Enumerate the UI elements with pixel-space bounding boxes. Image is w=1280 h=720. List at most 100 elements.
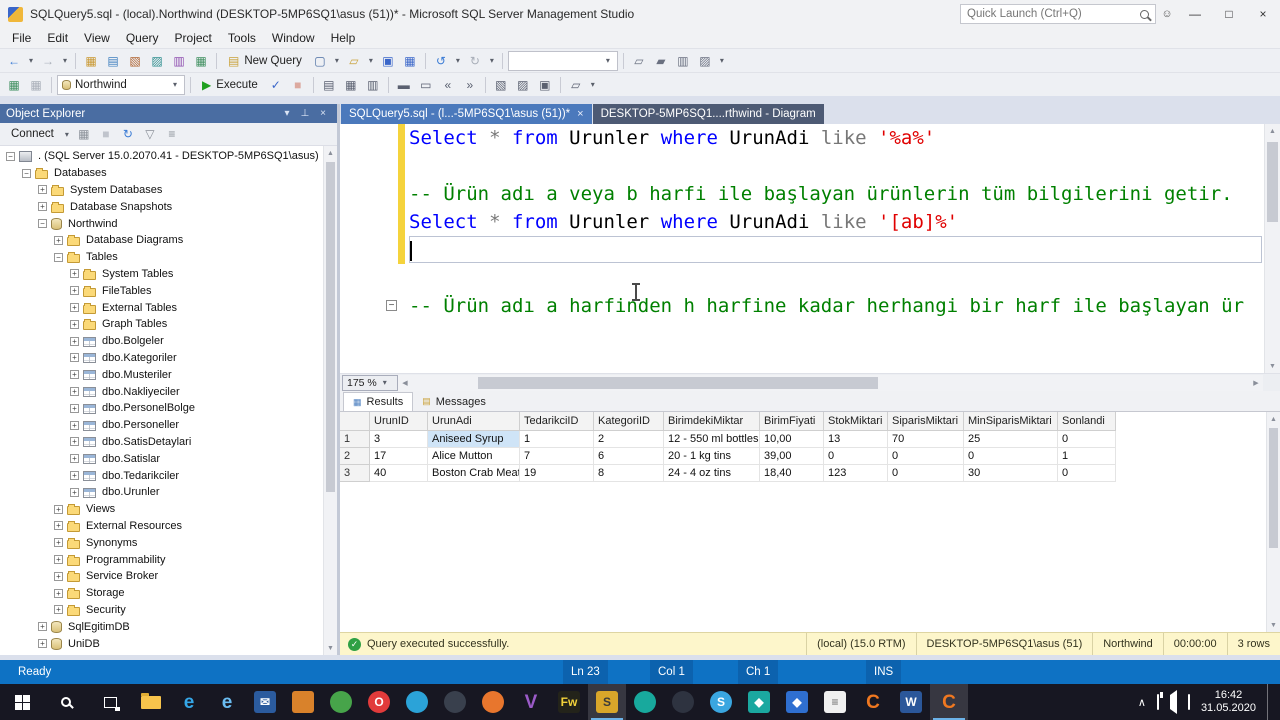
expand-icon[interactable]: + <box>70 437 79 447</box>
expand-icon[interactable]: + <box>70 286 79 296</box>
toolbox-icon[interactable]: ▨ <box>695 51 715 71</box>
expand-icon[interactable]: + <box>38 202 47 212</box>
tree-item[interactable]: + dbo.Nakliyeciler <box>0 383 323 400</box>
column-header[interactable]: MinSiparisMiktari <box>964 412 1058 431</box>
zoom-combo[interactable]: 175 % ▾ <box>342 374 398 391</box>
cell[interactable]: 0 <box>1058 431 1116 448</box>
connect-dropdown[interactable]: Connect <box>5 124 60 144</box>
file-explorer-icon[interactable] <box>132 684 170 720</box>
editor-line[interactable]: Select * from Urunler where UrunAdi like… <box>409 208 1262 236</box>
feedback-icon[interactable]: ☺ <box>1156 8 1178 20</box>
cell[interactable]: 10,00 <box>760 431 824 448</box>
comment-selection-icon[interactable]: ▬ <box>394 75 414 95</box>
photos-app-icon[interactable] <box>284 684 322 720</box>
scrollbar-thumb[interactable] <box>1267 142 1278 222</box>
blender-app-icon[interactable]: ◆ <box>778 684 816 720</box>
open-file-icon[interactable]: ▱ <box>344 51 364 71</box>
tree-item[interactable]: + SqlEgitimDB <box>0 618 323 635</box>
expand-icon[interactable]: + <box>54 538 63 548</box>
row-number-cell[interactable]: 1 <box>340 431 370 448</box>
back-button[interactable]: ← <box>4 51 24 71</box>
scroll-right-icon[interactable]: ▶ <box>1249 375 1263 391</box>
undo-icon[interactable]: ↺ <box>431 51 451 71</box>
expand-icon[interactable]: + <box>70 387 79 397</box>
menu-query[interactable]: Query <box>118 29 167 47</box>
object-explorer-scrollbar[interactable]: ▲ ▼ <box>323 146 337 655</box>
tree-item[interactable]: + External Tables <box>0 299 323 316</box>
expand-icon[interactable]: + <box>54 605 63 615</box>
visual-studio-icon[interactable]: V <box>512 684 550 720</box>
menu-file[interactable]: File <box>4 29 39 47</box>
menu-help[interactable]: Help <box>323 29 364 47</box>
cell[interactable]: 70 <box>888 431 964 448</box>
cell[interactable]: 30 <box>964 465 1058 482</box>
scroll-down-icon[interactable]: ▼ <box>1265 359 1280 373</box>
cell[interactable]: 2 <box>594 431 664 448</box>
toolbar-overflow-dropdown[interactable]: ▾ <box>717 56 727 65</box>
tree-item[interactable]: + Synonyms <box>0 534 323 551</box>
cell[interactable]: 0 <box>1058 465 1116 482</box>
cell[interactable]: 13 <box>824 431 888 448</box>
dmx-query-icon[interactable]: ▥ <box>169 51 189 71</box>
tree-item[interactable]: + UniDB <box>0 635 323 652</box>
editor-vertical-scrollbar[interactable]: ▲ ▼ <box>1264 124 1280 373</box>
search-button[interactable] <box>44 684 88 720</box>
close-icon[interactable]: × <box>315 108 331 119</box>
cell[interactable]: 40 <box>370 465 428 482</box>
expand-icon[interactable]: + <box>54 504 63 514</box>
save-icon[interactable]: ▣ <box>378 51 398 71</box>
collapse-icon[interactable]: − <box>38 219 47 229</box>
expand-icon[interactable]: + <box>54 571 63 581</box>
collapse-icon[interactable]: − <box>22 168 31 178</box>
cell[interactable]: 0 <box>964 448 1058 465</box>
tree-item[interactable]: + Database Diagrams <box>0 232 323 249</box>
ssms-icon[interactable]: S <box>588 684 626 720</box>
scroll-up-icon[interactable]: ▲ <box>1265 124 1280 138</box>
toolbar-overflow-dropdown[interactable]: ▾ <box>588 80 598 89</box>
task-view-button[interactable] <box>88 684 132 720</box>
back-history-dropdown[interactable]: ▾ <box>26 56 36 65</box>
scroll-down-icon[interactable]: ▼ <box>1267 618 1280 632</box>
analysis-services-query-icon[interactable]: ▧ <box>125 51 145 71</box>
collapse-icon[interactable]: − <box>6 151 15 161</box>
cell[interactable]: 123 <box>824 465 888 482</box>
cell[interactable]: 18,40 <box>760 465 824 482</box>
camtasia-2020-icon[interactable]: C <box>930 684 968 720</box>
tab-sqlquery5[interactable]: SQLQuery5.sql - (l...-5MP6SQ1\asus (51))… <box>341 104 592 124</box>
tree-item[interactable]: + dbo.PersonelBolge <box>0 400 323 417</box>
mdx-query-icon[interactable]: ▨ <box>147 51 167 71</box>
connect-dropdown-caret[interactable]: ▾ <box>62 130 72 139</box>
grid-corner-cell[interactable] <box>340 412 370 431</box>
tree-item[interactable]: + External Resources <box>0 518 323 535</box>
execute-button[interactable]: ▶ Execute <box>196 75 264 95</box>
column-header[interactable]: KategoriID <box>594 412 664 431</box>
tree-item[interactable]: − Databases <box>0 165 323 182</box>
column-header[interactable]: StokMiktari <box>824 412 888 431</box>
scrollbar-thumb[interactable] <box>326 162 335 492</box>
available-databases-combo[interactable]: Northwind ▾ <box>57 74 185 95</box>
column-header[interactable]: BirimFiyati <box>760 412 824 431</box>
script-icon[interactable]: ≡ <box>162 124 182 144</box>
cell[interactable]: 20 - 1 kg tins <box>664 448 760 465</box>
tree-item[interactable]: + Database Snapshots <box>0 198 323 215</box>
query-options-icon[interactable]: ▣ <box>535 75 555 95</box>
fireworks-icon[interactable]: Fw <box>550 684 588 720</box>
cell[interactable]: 0 <box>888 448 964 465</box>
editor-line[interactable]: -- Ürün adı a veya b harfi ile başlayan … <box>409 180 1262 208</box>
open-file-dropdown[interactable]: ▾ <box>366 56 376 65</box>
internet-explorer-icon[interactable]: e <box>208 684 246 720</box>
cancel-query-icon[interactable]: ■ <box>288 75 308 95</box>
minimize-button[interactable]: — <box>1178 0 1212 28</box>
tree-item[interactable]: + Service Broker <box>0 568 323 585</box>
close-button[interactable]: × <box>1246 0 1280 28</box>
cell[interactable]: 17 <box>370 448 428 465</box>
tree-item[interactable]: + dbo.Urunler <box>0 484 323 501</box>
expand-icon[interactable]: + <box>70 454 79 464</box>
undo-dropdown[interactable]: ▾ <box>453 56 463 65</box>
show-desktop-button[interactable] <box>1267 684 1272 720</box>
menu-view[interactable]: View <box>76 29 118 47</box>
tree-item[interactable]: − . (SQL Server 15.0.2070.41 - DESKTOP-5M… <box>0 148 323 165</box>
expand-icon[interactable]: + <box>70 319 79 329</box>
sqlcmd-mode-icon[interactable]: ▱ <box>566 75 586 95</box>
scrollbar-thumb[interactable] <box>478 376 878 389</box>
